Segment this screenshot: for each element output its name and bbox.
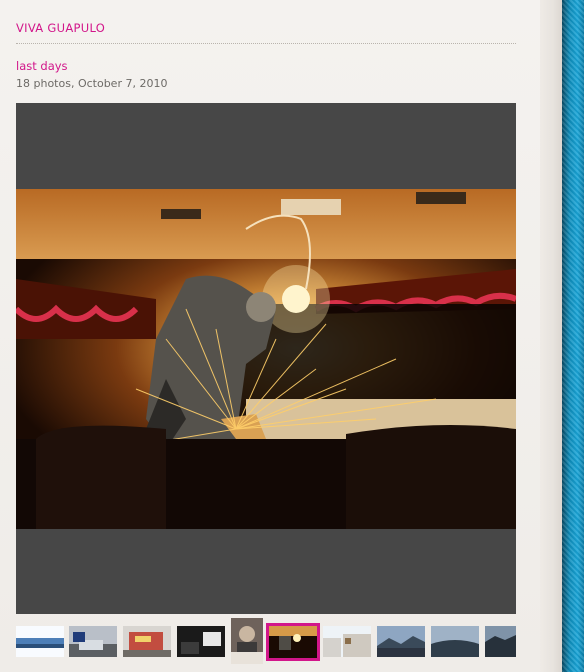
album-meta: 18 photos, October 7, 2010 xyxy=(16,77,168,90)
thumb-graffiti-wall[interactable] xyxy=(123,626,171,657)
thumb-welding-van[interactable] xyxy=(266,623,320,661)
thumb-mountain-clouds[interactable] xyxy=(377,626,425,657)
content-shadow xyxy=(540,0,562,672)
thumb-valley-view[interactable] xyxy=(431,626,479,657)
site-title[interactable]: VIVA GUAPULO xyxy=(16,21,105,35)
thumb-hillside[interactable] xyxy=(485,626,516,657)
divider xyxy=(16,43,516,44)
window-edge-pattern xyxy=(562,0,584,672)
main-photo[interactable] xyxy=(16,189,516,529)
thumbnail-strip xyxy=(16,618,516,666)
thumb-street-car[interactable] xyxy=(69,626,117,657)
thumb-horizon[interactable] xyxy=(16,626,64,657)
album-title[interactable]: last days xyxy=(16,59,68,73)
thumb-van-door[interactable] xyxy=(177,626,225,657)
photo-viewer[interactable] xyxy=(16,103,516,614)
thumb-houses[interactable] xyxy=(323,626,371,657)
thumb-person-portrait[interactable] xyxy=(231,618,263,664)
